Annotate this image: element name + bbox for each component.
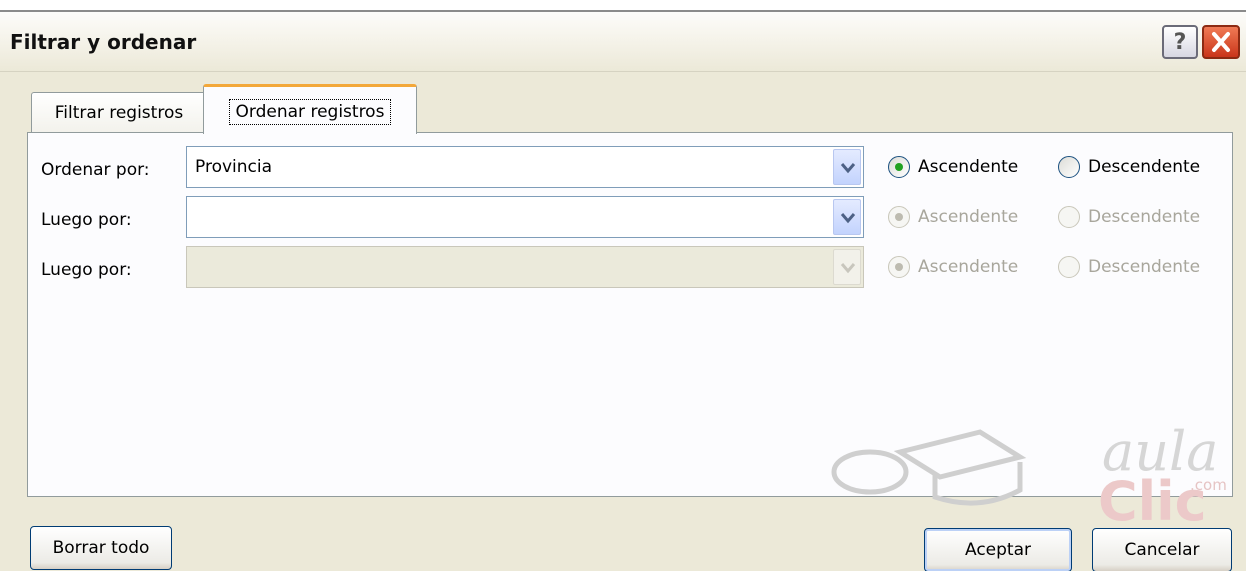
- tab-filter-records[interactable]: Filtrar registros: [31, 92, 207, 132]
- close-icon: [1212, 32, 1230, 52]
- sort-by-value: Provincia: [195, 157, 273, 177]
- tab-sort-records[interactable]: Ordenar registros: [203, 84, 417, 134]
- window-title: Filtrar y ordenar: [10, 30, 197, 54]
- tab-filter-records-label: Filtrar registros: [54, 102, 184, 123]
- sort-by-descending-radio[interactable]: Descendente: [1058, 156, 1200, 178]
- then-by-combo[interactable]: [186, 196, 864, 238]
- radio-unselected-icon: [1058, 206, 1080, 228]
- radio-unselected-icon: [1058, 256, 1080, 278]
- then-by-combo-2: [186, 246, 864, 288]
- chevron-down-icon: [840, 263, 856, 274]
- ok-label: Aceptar: [965, 540, 1031, 560]
- sort-by-combo[interactable]: Provincia: [186, 146, 864, 188]
- clear-all-button[interactable]: Borrar todo: [30, 526, 172, 570]
- then-by-dropdown-button-2: [833, 249, 861, 285]
- then-by-descending-radio: Descendente: [1058, 206, 1200, 228]
- ok-button[interactable]: Aceptar: [924, 528, 1072, 571]
- then-by-dropdown-button[interactable]: [833, 199, 861, 235]
- descending-label: Descendente: [1088, 207, 1201, 227]
- tab-sort-records-label: Ordenar registros: [228, 98, 392, 125]
- radio-selected-icon: [888, 256, 910, 278]
- radio-unselected-icon: [1058, 156, 1080, 178]
- svg-text:Clic: Clic: [1098, 470, 1207, 522]
- sort-by-label: Ordenar por:: [41, 160, 150, 180]
- clear-all-label: Borrar todo: [52, 538, 150, 558]
- cancel-button[interactable]: Cancelar: [1092, 528, 1232, 571]
- title-bar: Filtrar y ordenar ?: [0, 12, 1246, 72]
- aulaclic-watermark-logo: aula .com Clic: [831, 420, 1227, 522]
- then-by-label: Luego por:: [41, 210, 132, 230]
- chevron-down-icon: [840, 163, 856, 174]
- cancel-label: Cancelar: [1124, 540, 1200, 560]
- help-button[interactable]: ?: [1162, 25, 1198, 59]
- then-by-ascending-radio: Ascendente: [888, 206, 1018, 228]
- sort-by-dropdown-button[interactable]: [833, 149, 861, 185]
- descending-label: Descendente: [1088, 257, 1201, 277]
- then-by-label-2: Luego por:: [41, 260, 132, 280]
- filter-sort-dialog: Filtrar y ordenar ? Filtrar registros Or…: [0, 10, 1246, 571]
- close-button[interactable]: [1202, 25, 1240, 59]
- ascending-label: Ascendente: [918, 207, 1019, 227]
- ascending-label: Ascendente: [918, 157, 1019, 177]
- help-icon: ?: [1173, 29, 1187, 55]
- descending-label: Descendente: [1088, 157, 1201, 177]
- sort-by-ascending-radio[interactable]: Ascendente: [888, 156, 1018, 178]
- radio-selected-icon: [888, 156, 910, 178]
- then-by-2-descending-radio: Descendente: [1058, 256, 1200, 278]
- ascending-label: Ascendente: [918, 257, 1019, 277]
- chevron-down-icon: [840, 213, 856, 224]
- radio-selected-icon: [888, 206, 910, 228]
- then-by-2-ascending-radio: Ascendente: [888, 256, 1018, 278]
